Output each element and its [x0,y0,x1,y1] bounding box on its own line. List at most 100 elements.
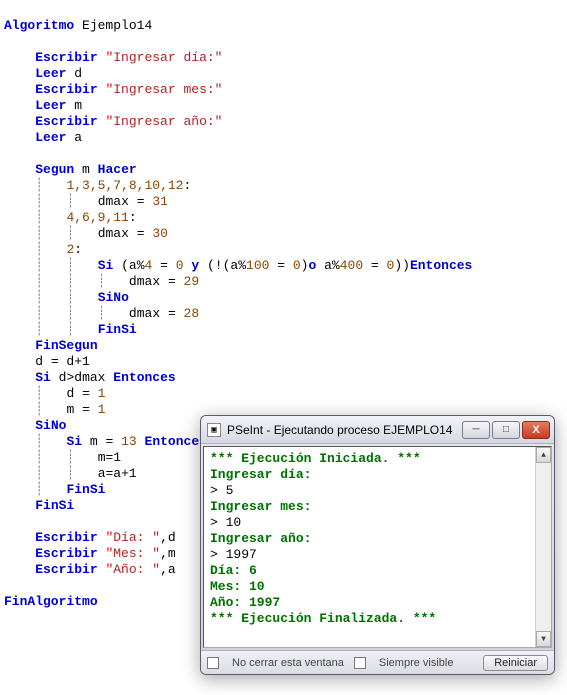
dmax4: dmax [129,306,160,321]
n400: 400 [340,258,363,273]
line-i3: > 1997 [210,547,257,562]
app-icon: ▣ [207,423,221,437]
line-i1: > 5 [210,483,233,498]
kw-si2: Si [35,370,51,385]
kw-hacer: Hacer [98,162,137,177]
n0a: 0 [176,258,184,273]
line-p3: Ingresar año: [210,531,311,546]
console-output[interactable]: *** Ejecución Iniciada. *** Ingresar día… [204,447,551,631]
a3: a [324,258,332,273]
case3: 2 [66,242,74,257]
console-body: *** Ejecución Iniciada. *** Ingresar día… [203,446,552,648]
str-mes: "Ingresar mes:" [105,82,222,97]
checkbox-always-visible[interactable] [354,657,366,669]
kw-algoritmo: Algoritmo [4,18,74,33]
var-m2: m [82,162,90,177]
d3: d [66,386,74,401]
n30: 30 [152,226,168,241]
kw-escribir3: Escribir [35,114,97,129]
n28: 28 [184,306,200,321]
line-o2: Mes: 10 [210,579,265,594]
algo-name: Ejemplo14 [82,18,152,33]
scroll-up-icon[interactable]: ▲ [536,447,551,463]
a1: a [129,258,137,273]
kw-si: Si [98,258,114,273]
kw-esc4: Escribir [35,530,97,545]
dmax2: dmax [98,226,129,241]
kw-finalgo: FinAlgoritmo [4,594,98,609]
a5: a [168,562,176,577]
dmax5: dmax [74,370,105,385]
kw-escribir2: Escribir [35,82,97,97]
checkbox-no-close[interactable] [207,657,219,669]
m3: m [66,402,74,417]
var-d: d [74,66,82,81]
aplus: a=a+1 [98,466,137,481]
n13: 13 [121,434,137,449]
kw-sino: SiNo [98,290,129,305]
titlebar[interactable]: ▣ PSeInt - Ejecutando proceso EJEMPLO14 … [201,416,554,444]
case2: 4,6,9,11 [66,210,128,225]
kw-leer2: Leer [35,98,66,113]
scroll-down-icon[interactable]: ▼ [536,631,551,647]
m4: m [90,434,98,449]
n1a: 1 [98,386,106,401]
line-start: *** Ejecución Iniciada. *** [210,451,421,466]
kw-finsi2: FinSi [66,482,105,497]
kw-segun: Segun [35,162,74,177]
kw-finsi: FinSi [98,322,137,337]
kw-ent2: Entonces [113,370,175,385]
mset: m=1 [98,450,121,465]
label-always-visible: Siempre visible [379,657,454,669]
kw-escribir: Escribir [35,50,97,65]
line-p2: Ingresar mes: [210,499,311,514]
soa: "Año: " [105,562,160,577]
kw-finsegun: FinSegun [35,338,97,353]
kw-si3: Si [66,434,82,449]
dmax3: dmax [129,274,160,289]
scroll-track[interactable] [536,463,551,631]
sod: "Día: " [105,530,160,545]
line-p1: Ingresar día: [210,467,311,482]
maximize-button[interactable]: □ [492,421,520,439]
dplus: d = d+1 [35,354,90,369]
close-button[interactable]: X [522,421,550,439]
n0c: 0 [387,258,395,273]
var-m: m [74,98,82,113]
label-no-close: No cerrar esta ventana [232,657,344,669]
a2: a [230,258,238,273]
som: "Mes: " [105,546,160,561]
n0b: 0 [293,258,301,273]
n31: 31 [152,194,168,209]
line-i2: > 10 [210,515,241,530]
n1b: 1 [98,402,106,417]
kw-y: y [191,258,199,273]
var-a: a [74,130,82,145]
minimize-button[interactable]: ─ [462,421,490,439]
kw-o: o [308,258,316,273]
str-ano: "Ingresar año:" [105,114,222,129]
restart-button[interactable]: Reiniciar [483,655,548,671]
kw-finsi3: FinSi [35,498,74,513]
n4: 4 [145,258,153,273]
dmax1: dmax [98,194,129,209]
str-dia: "Ingresar día:" [105,50,222,65]
line-end: *** Ejecución Finalizada. *** [210,611,436,626]
kw-esc5: Escribir [35,546,97,561]
line-o1: Día: 6 [210,563,257,578]
kw-ent3: Entonces [145,434,207,449]
scrollbar[interactable]: ▲ ▼ [535,447,551,647]
kw-leer: Leer [35,66,66,81]
kw-esc6: Escribir [35,562,97,577]
statusbar: No cerrar esta ventana Siempre visible R… [201,650,554,674]
window-title: PSeInt - Ejecutando proceso EJEMPLO14 [227,423,462,437]
n100: 100 [246,258,269,273]
line-o3: Año: 1997 [210,595,280,610]
kw-leer3: Leer [35,130,66,145]
kw-ent: Entonces [410,258,472,273]
d2: d [59,370,67,385]
case1: 1,3,5,7,8,10,12 [66,178,183,193]
kw-sino2: SiNo [35,418,66,433]
m5: m [168,546,176,561]
d4: d [168,530,176,545]
